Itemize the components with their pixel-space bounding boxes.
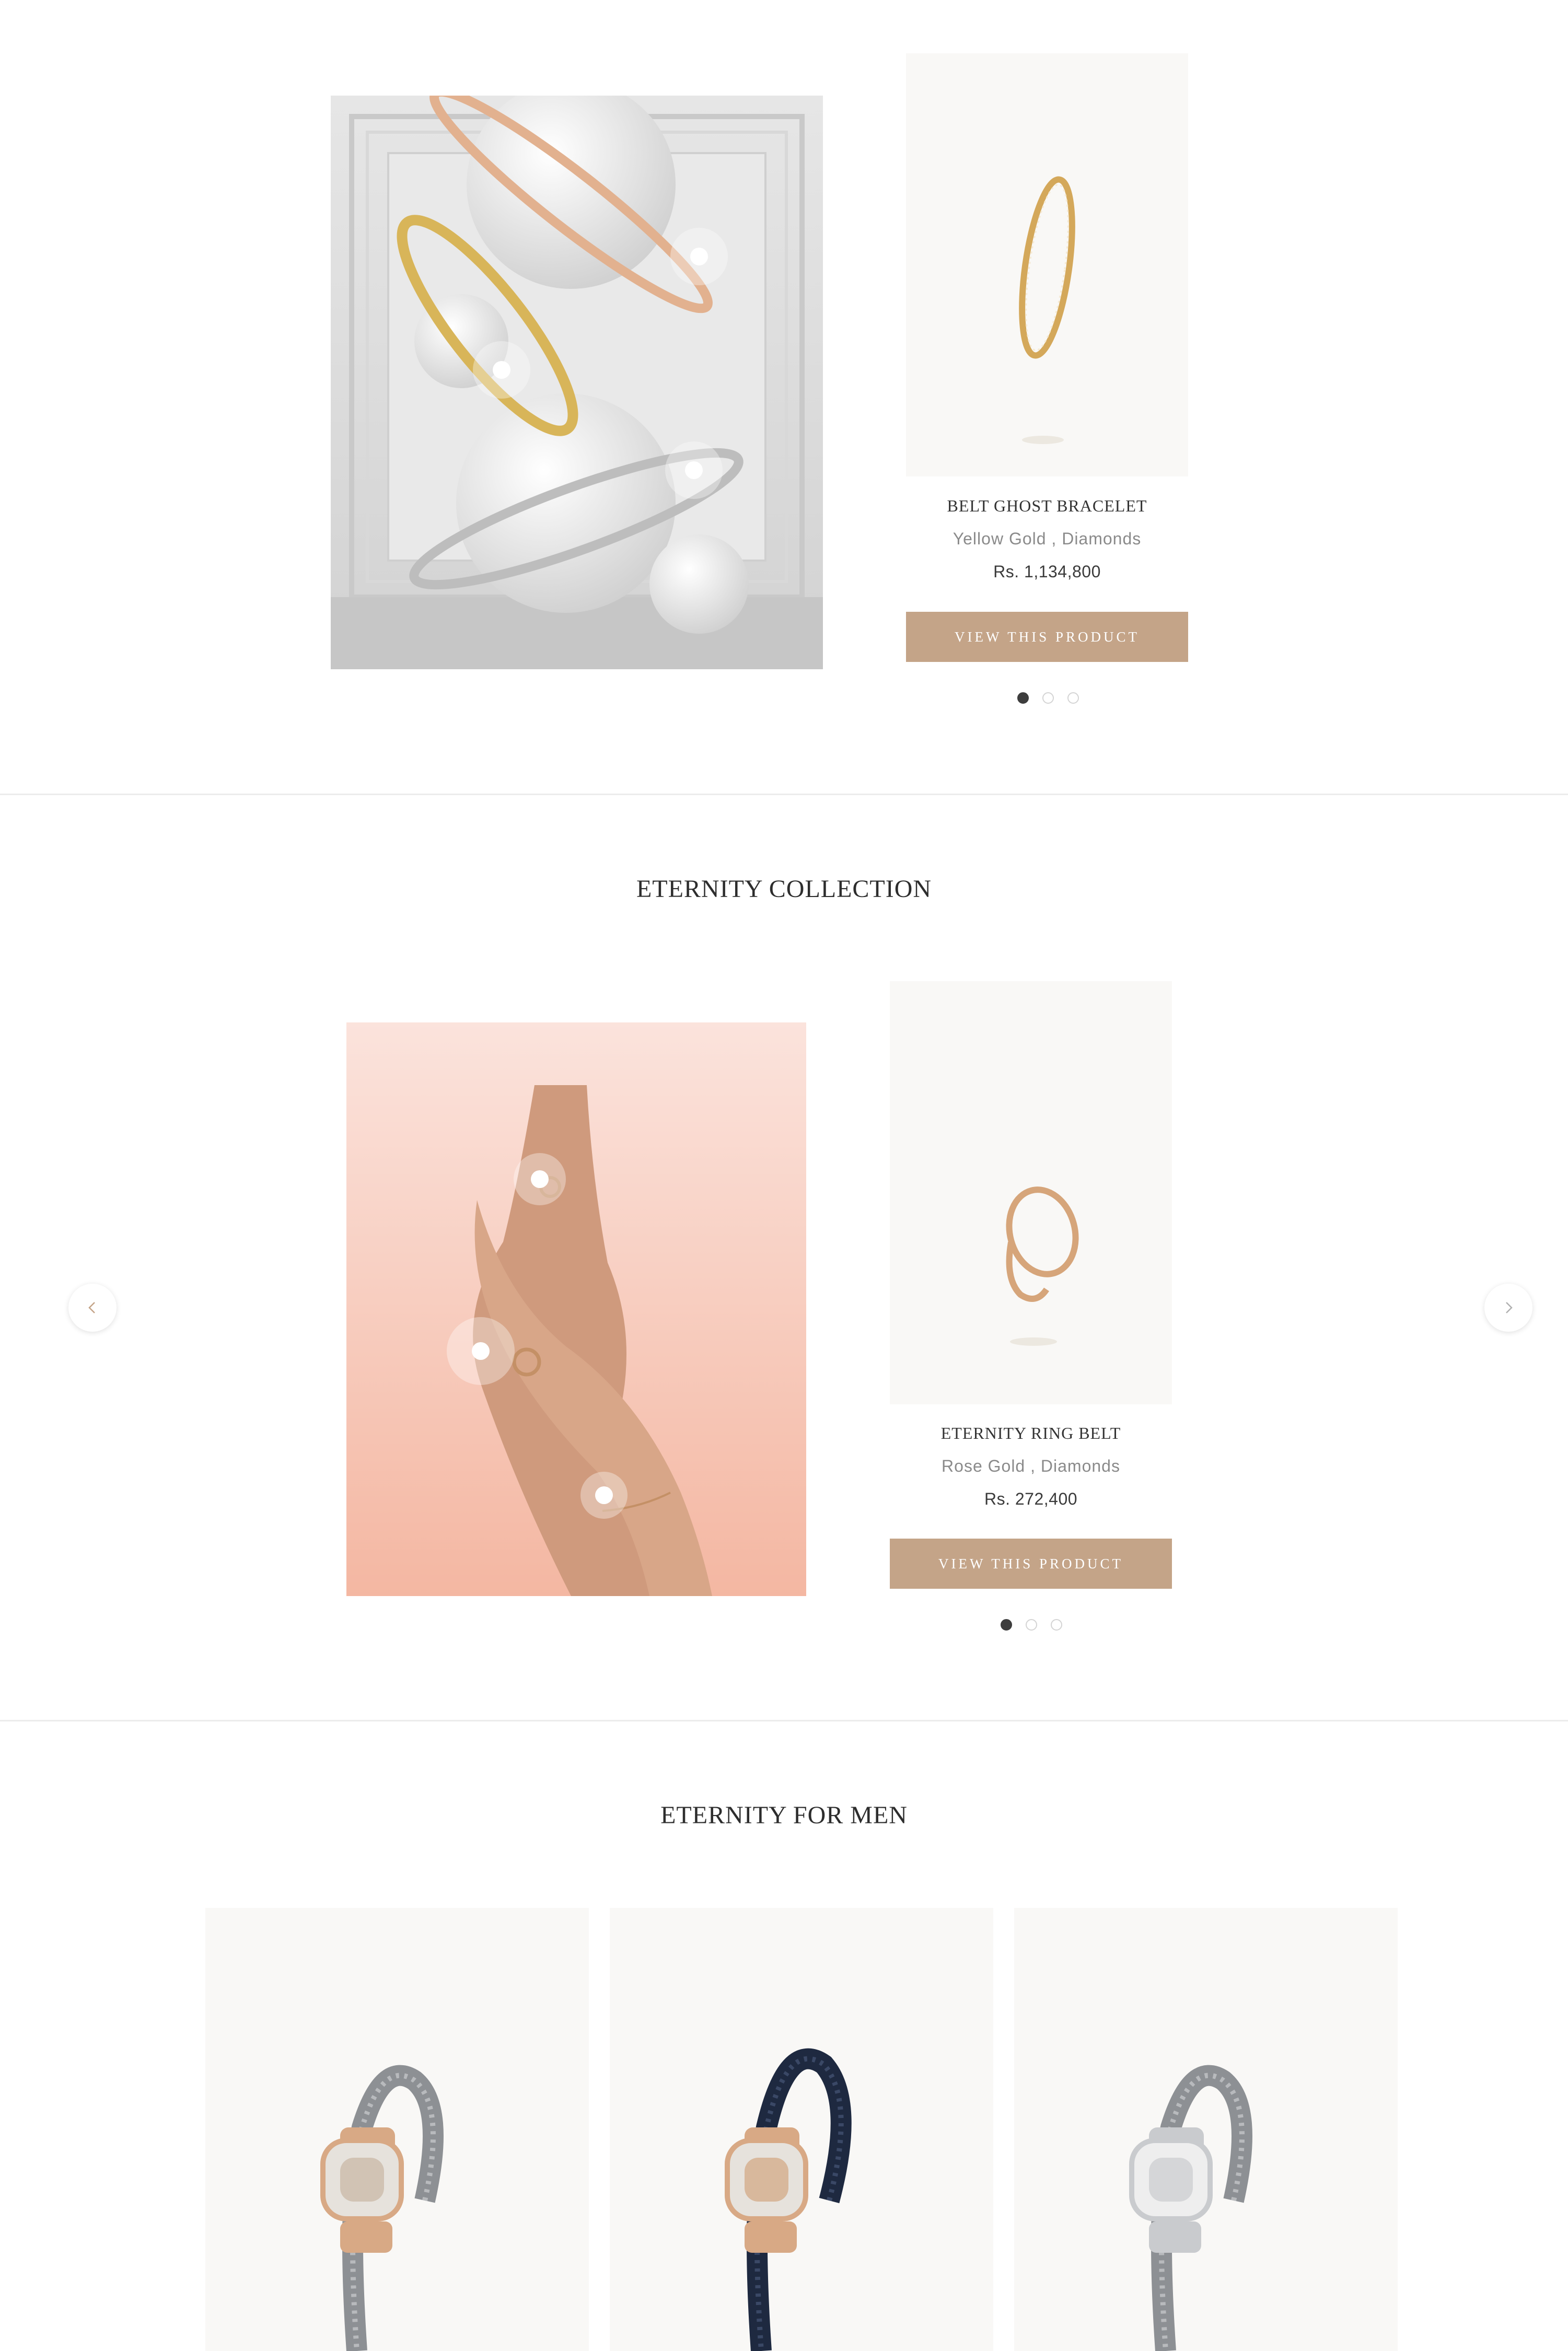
grey-cable-rose-gold-bracelet [320, 2065, 444, 2351]
carousel-dot-3[interactable] [1051, 1619, 1062, 1631]
eternity-hotspot-1[interactable] [514, 1153, 566, 1205]
featured-view-product-button[interactable]: VIEW THIS PRODUCT [906, 612, 1188, 662]
featured-product-name[interactable]: BELT GHOST BRACELET [906, 496, 1188, 516]
featured-product-image[interactable] [906, 53, 1188, 476]
featured-carousel-dots [1017, 692, 1079, 704]
carousel-prev-button[interactable] [68, 1284, 117, 1332]
carousel-dot-3[interactable] [1067, 692, 1079, 704]
chevron-right-icon [1506, 1302, 1513, 1313]
grey-cable-white-gold-bracelet [1129, 2065, 1252, 2351]
eternity-carousel-dots [1001, 1619, 1062, 1631]
gold-bracelet-icon [1019, 176, 1075, 444]
eternity-product-image[interactable] [890, 981, 1172, 1404]
stacked-bangles-image [331, 96, 823, 669]
eternity-collection-title: ETERNITY COLLECTION [636, 875, 932, 903]
eternity-product-name[interactable]: ETERNITY RING BELT [890, 1424, 1172, 1443]
section-divider-2 [0, 1720, 1568, 1721]
men-product-card-3[interactable] [1014, 1908, 1398, 2351]
featured-section: BELT GHOST BRACELET Yellow Gold , Diamon… [0, 0, 1568, 794]
carousel-next-button[interactable] [1484, 1284, 1532, 1332]
eternity-hotspot-2[interactable] [447, 1317, 515, 1385]
featured-product-price: Rs. 1,134,800 [993, 562, 1101, 581]
featured-hotspot-2[interactable] [473, 341, 530, 399]
section-divider-1 [0, 794, 1568, 795]
eternity-product-material: Rose Gold , Diamonds [942, 1457, 1120, 1475]
featured-hotspot-3[interactable] [665, 441, 723, 499]
eternity-product-price: Rs. 272,400 [984, 1489, 1078, 1508]
men-product-card-1[interactable] [205, 1908, 589, 2351]
navy-cable-rose-gold-bracelet [725, 2048, 852, 2351]
carousel-dot-1[interactable] [1017, 692, 1029, 704]
men-product-card-2[interactable] [610, 1908, 993, 2351]
carousel-dot-2[interactable] [1026, 1619, 1037, 1631]
carousel-dot-2[interactable] [1042, 692, 1054, 704]
featured-hotspot-1[interactable] [670, 228, 728, 285]
carousel-dot-1[interactable] [1001, 1619, 1012, 1631]
eternity-view-product-button[interactable]: VIEW THIS PRODUCT [890, 1539, 1172, 1589]
eternity-lifestyle-image [346, 1022, 806, 1596]
eternity-for-men-title: ETERNITY FOR MEN [660, 1801, 908, 1829]
eternity-hotspot-3[interactable] [580, 1472, 628, 1519]
rose-gold-ring-icon [1006, 1186, 1079, 1346]
hands-with-rings-image [346, 1022, 806, 1596]
featured-product-material: Yellow Gold , Diamonds [953, 529, 1142, 548]
featured-lifestyle-image [331, 96, 823, 669]
chevron-left-icon [88, 1302, 95, 1313]
